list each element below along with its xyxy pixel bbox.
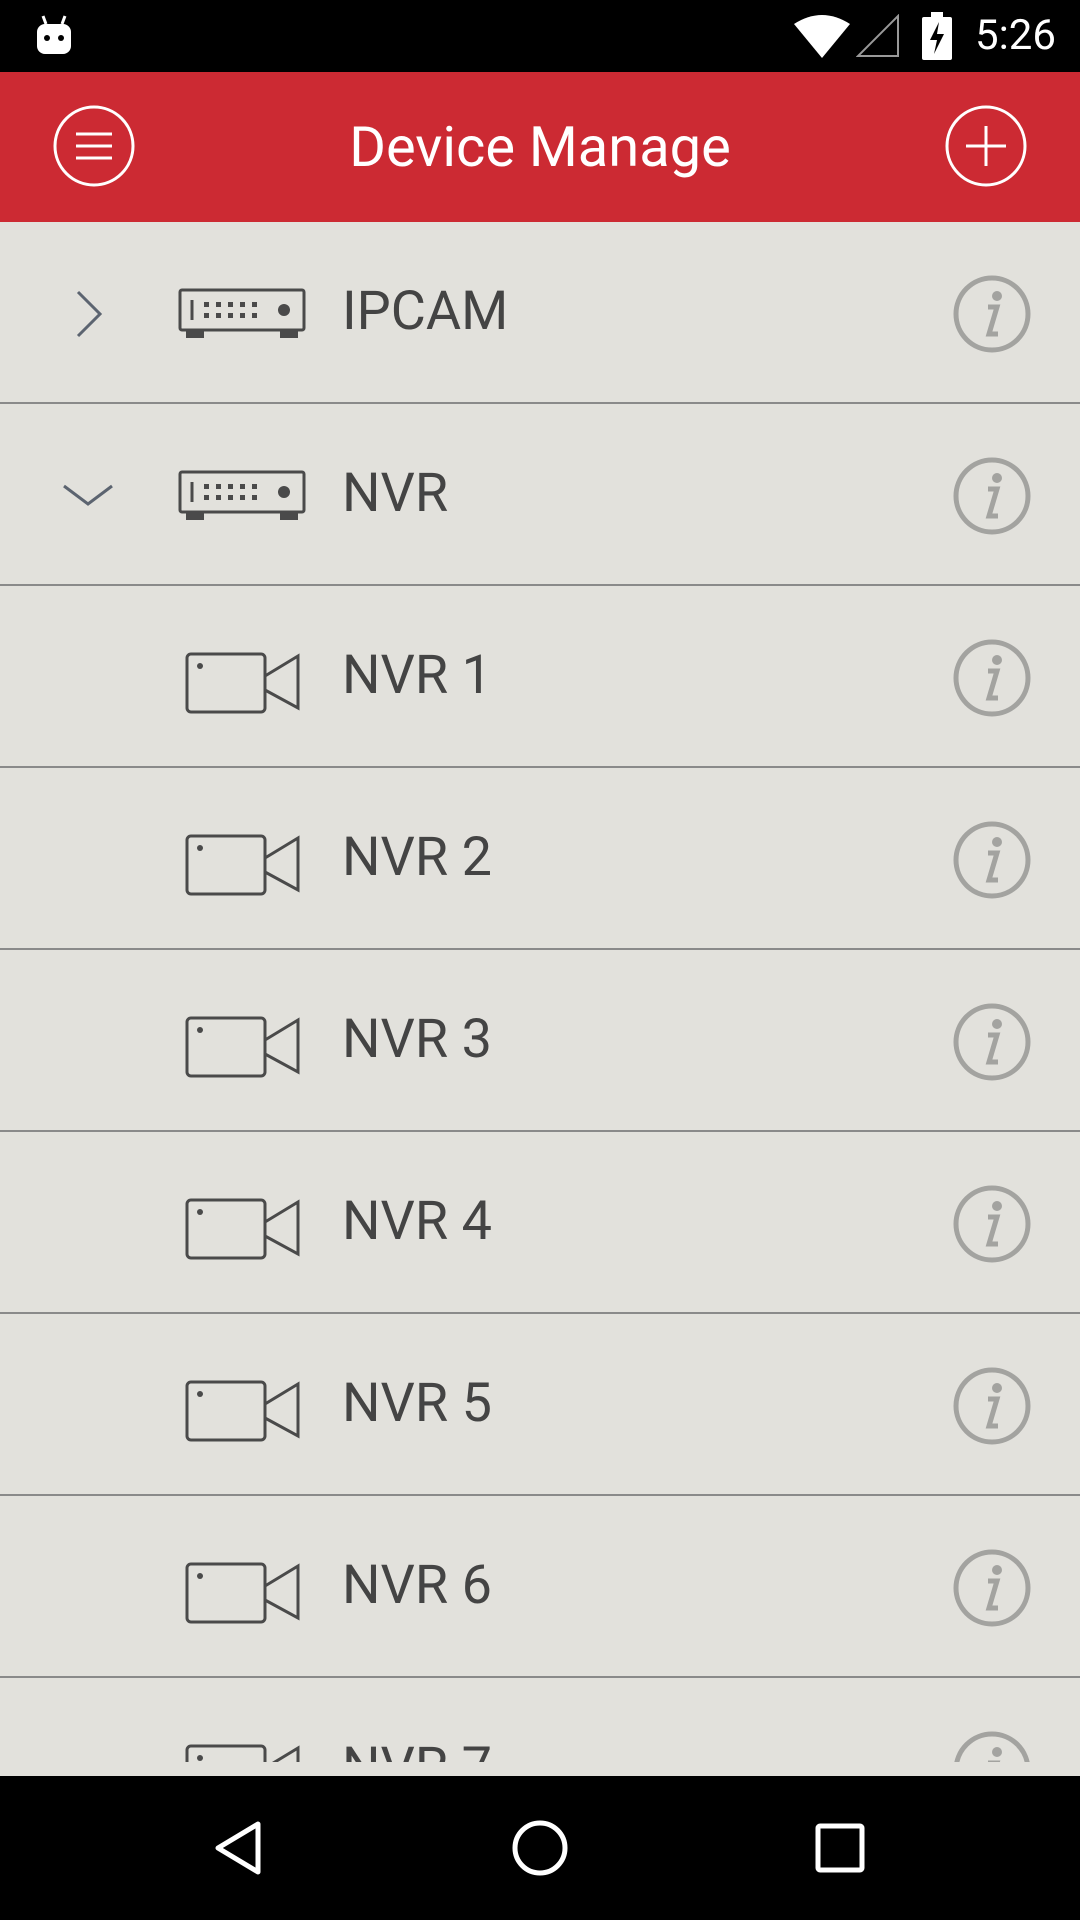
device-label: NVR 2 — [342, 826, 492, 889]
list-item-channel[interactable]: NVR 3 — [0, 950, 1080, 1132]
wifi-icon — [794, 15, 850, 58]
device-list[interactable]: IPCAM NVR NVR 1 NVR 2 NVR 3 NVR 4 NVR 5 … — [0, 222, 1080, 1762]
camera-icon — [185, 834, 300, 896]
android-icon — [37, 15, 71, 54]
device-label: NVR 7 — [342, 1678, 492, 1762]
device-label: NVR 1 — [342, 644, 492, 707]
device-label: NVR 3 — [342, 1008, 492, 1071]
status-clock: 5:26 — [975, 11, 1056, 60]
list-item-channel[interactable]: NVR 4 — [0, 1132, 1080, 1314]
device-label: NVR 4 — [342, 1190, 492, 1253]
device-label: NVR 6 — [342, 1554, 492, 1617]
page-title: Device Manage — [349, 114, 731, 180]
camera-icon — [185, 1016, 300, 1078]
list-item-channel[interactable]: NVR 7 — [0, 1678, 1080, 1762]
chevron-right-icon[interactable] — [56, 282, 120, 346]
camera-icon — [185, 1380, 300, 1442]
signal-icon — [856, 14, 899, 57]
back-icon[interactable] — [204, 1812, 276, 1884]
info-icon[interactable] — [952, 274, 1032, 354]
list-item-channel[interactable]: NVR 2 — [0, 768, 1080, 950]
info-icon[interactable] — [952, 1548, 1032, 1628]
info-icon[interactable] — [952, 456, 1032, 536]
info-icon[interactable] — [952, 820, 1032, 900]
info-icon[interactable] — [952, 638, 1032, 718]
camera-icon — [185, 1744, 300, 1762]
list-item-nvr[interactable]: NVR — [0, 404, 1080, 586]
app-header: Device Manage — [0, 72, 1080, 222]
add-icon[interactable] — [944, 104, 1028, 188]
info-icon[interactable] — [952, 1730, 1032, 1762]
chevron-down-icon[interactable] — [56, 464, 120, 528]
list-item-channel[interactable]: NVR 6 — [0, 1496, 1080, 1678]
device-label: IPCAM — [342, 280, 509, 343]
camera-icon — [185, 1562, 300, 1624]
info-icon[interactable] — [952, 1002, 1032, 1082]
recorder-icon — [178, 288, 306, 338]
list-item-channel[interactable]: NVR 5 — [0, 1314, 1080, 1496]
home-icon[interactable] — [504, 1812, 576, 1884]
device-label: NVR 5 — [342, 1372, 492, 1435]
camera-icon — [185, 1198, 300, 1260]
device-label: NVR — [342, 462, 449, 525]
list-item-ipcam[interactable]: IPCAM — [0, 222, 1080, 404]
recents-icon[interactable] — [804, 1812, 876, 1884]
info-icon[interactable] — [952, 1366, 1032, 1446]
battery-charging-icon — [922, 12, 952, 60]
recorder-icon — [178, 470, 306, 520]
camera-icon — [185, 652, 300, 714]
list-item-channel[interactable]: NVR 1 — [0, 586, 1080, 768]
navigation-bar — [0, 1776, 1080, 1920]
info-icon[interactable] — [952, 1184, 1032, 1264]
status-bar: 5:26 — [0, 0, 1080, 72]
